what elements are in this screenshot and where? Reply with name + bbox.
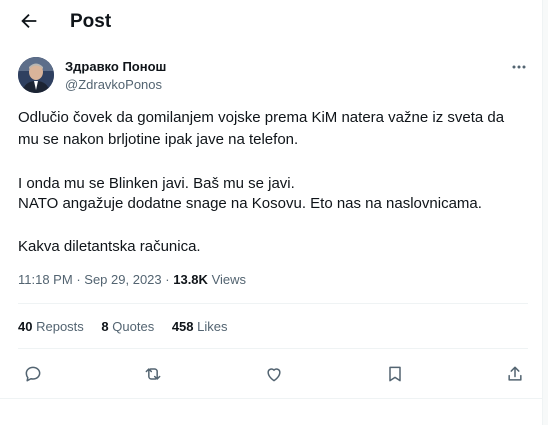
post-page: Post Здравко Понош @ZdravkoPonos Odlučio…: [0, 0, 548, 425]
tweet-time[interactable]: 11:18 PM: [18, 272, 73, 287]
divider: [18, 348, 528, 349]
views-count: 13.8K: [173, 272, 208, 287]
meta-separator: ·: [76, 272, 81, 287]
tweet-paragraph: I onda mu se Blinken javi. Baš mu se jav…: [18, 175, 295, 192]
tweet-meta: 11:18 PM · Sep 29, 2023 · 13.8K Views: [18, 272, 246, 287]
likes-label: Likes: [197, 319, 228, 334]
tweet-date[interactable]: Sep 29, 2023: [84, 272, 161, 287]
tweet-paragraph: Kakva diletantska računica.: [18, 238, 201, 255]
like-icon[interactable]: [264, 364, 284, 384]
page-title: Post: [70, 11, 112, 32]
author-name[interactable]: Здравко Понош: [65, 59, 166, 74]
meta-separator: ·: [165, 272, 170, 287]
tweet-paragraph: NATO angažuje dodatne snage na Kosovu. E…: [18, 195, 482, 212]
main-column: Post Здравко Понош @ZdravkoPonos Odlučio…: [0, 0, 543, 425]
quotes-stat[interactable]: 8 Quotes: [101, 319, 154, 334]
reposts-count: 40: [18, 319, 33, 334]
tweet-stats: 40 Reposts 8 Quotes 458 Likes: [18, 319, 242, 334]
quotes-label: Quotes: [112, 319, 155, 334]
repost-icon[interactable]: [143, 364, 163, 384]
bookmark-icon[interactable]: [385, 364, 405, 384]
reply-icon[interactable]: [23, 364, 43, 384]
divider: [0, 398, 543, 399]
tweet-paragraph: Odlučio čovek da gomilanjem vojske prema…: [18, 109, 505, 148]
reposts-stat[interactable]: 40 Reposts: [18, 319, 84, 334]
likes-count: 458: [171, 319, 194, 334]
header: Post: [0, 0, 543, 44]
more-icon[interactable]: [510, 58, 528, 76]
divider: [18, 303, 528, 304]
views-label: Views: [211, 272, 247, 287]
arrow-left-icon[interactable]: [18, 10, 40, 32]
scrollbar[interactable]: [542, 0, 548, 425]
author-handle[interactable]: @ZdravkoPonos: [65, 77, 162, 92]
reposts-label: Reposts: [36, 319, 84, 334]
quotes-count: 8: [101, 319, 109, 334]
avatar[interactable]: [18, 57, 54, 93]
share-icon[interactable]: [505, 364, 525, 384]
action-bar: [0, 364, 543, 388]
likes-stat[interactable]: 458 Likes: [172, 319, 228, 334]
